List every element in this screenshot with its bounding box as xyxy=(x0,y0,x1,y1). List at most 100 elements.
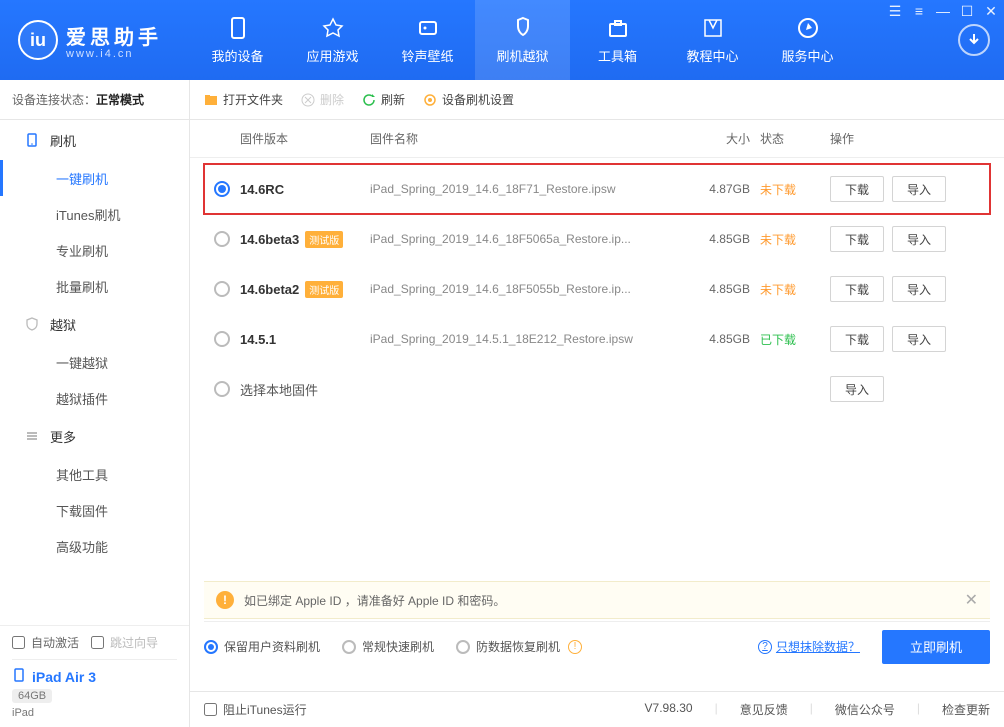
import-button[interactable]: 导入 xyxy=(830,376,884,402)
option-recover[interactable]: 防数据恢复刷机 ! xyxy=(456,638,582,655)
toolbar: 打开文件夹 删除 刷新 设备刷机设置 xyxy=(190,80,1004,120)
beta-tag: 测试版 xyxy=(305,281,343,298)
nav-icon xyxy=(414,16,442,40)
nav-icon xyxy=(224,16,252,40)
option-normal[interactable]: 常规快速刷机 xyxy=(342,638,434,655)
nav-item-3[interactable]: 刷机越狱 xyxy=(475,0,570,80)
col-ops: 操作 xyxy=(830,130,990,147)
skip-guide-checkbox[interactable] xyxy=(91,636,104,649)
sidebar-item[interactable]: iTunes刷机 xyxy=(0,196,189,232)
row-filename: iPad_Spring_2019_14.6_18F5055b_Restore.i… xyxy=(370,282,680,296)
row-size: 4.85GB xyxy=(680,232,760,246)
sidebar-item[interactable]: 一键越狱 xyxy=(0,344,189,380)
row-version: 14.6RC xyxy=(240,182,370,197)
nav-icon xyxy=(794,16,822,40)
block-itunes-label: 阻止iTunes运行 xyxy=(223,701,307,718)
sidebar-group-jailbreak[interactable]: 越狱 xyxy=(0,304,189,344)
row-filename: iPad_Spring_2019_14.6_18F5065a_Restore.i… xyxy=(370,232,680,246)
col-version: 固件版本 xyxy=(240,130,370,147)
import-button[interactable]: 导入 xyxy=(892,176,946,202)
import-button[interactable]: 导入 xyxy=(892,226,946,252)
maximize-icon[interactable]: ☐ xyxy=(960,4,974,18)
table-row[interactable]: 14.6beta2 测试版iPad_Spring_2019_14.6_18F50… xyxy=(204,264,990,314)
folder-icon xyxy=(204,93,218,107)
radio-icon[interactable] xyxy=(214,181,230,197)
more-icon xyxy=(24,428,40,444)
import-button[interactable]: 导入 xyxy=(892,276,946,302)
warning-close-icon[interactable]: ✕ xyxy=(965,590,978,610)
table-row[interactable]: 14.5.1iPad_Spring_2019_14.5.1_18E212_Res… xyxy=(204,314,990,364)
nav-item-6[interactable]: 服务中心 xyxy=(760,0,855,80)
row-version: 14.6beta2 测试版 xyxy=(240,281,370,298)
nav-label: 我的设备 xyxy=(211,46,263,65)
device-storage: 64GB xyxy=(12,689,52,703)
menu-icon[interactable]: ☰ xyxy=(888,4,902,18)
row-version: 选择本地固件 xyxy=(240,380,370,399)
nav-item-4[interactable]: 工具箱 xyxy=(570,0,665,80)
skip-guide-label: 跳过向导 xyxy=(110,634,158,651)
table-row[interactable]: 14.6RCiPad_Spring_2019_14.6_18F71_Restor… xyxy=(204,164,990,214)
sidebar-group-more[interactable]: 更多 xyxy=(0,416,189,456)
radio-icon[interactable] xyxy=(214,231,230,247)
table-row[interactable]: 14.6beta3 测试版iPad_Spring_2019_14.6_18F50… xyxy=(204,214,990,264)
feedback-link[interactable]: 意见反馈 xyxy=(740,701,788,718)
option-keep-data[interactable]: 保留用户资料刷机 xyxy=(204,638,320,655)
download-button[interactable]: 下载 xyxy=(830,276,884,302)
sidebar-item[interactable]: 专业刷机 xyxy=(0,232,189,268)
sidebar-item[interactable]: 批量刷机 xyxy=(0,268,189,304)
warning-text: 如已绑定 Apple ID ，请准备好 Apple ID 和密码。 xyxy=(244,592,505,609)
device-block[interactable]: iPad Air 3 64GB iPad xyxy=(12,659,177,719)
download-button[interactable]: 下载 xyxy=(830,226,884,252)
download-manager-icon[interactable] xyxy=(958,24,990,56)
options-bar: 保留用户资料刷机 常规快速刷机 防数据恢复刷机 ! ? 只想抹除数据？ 立即刷机 xyxy=(204,621,990,671)
sidebar-group-label: 刷机 xyxy=(50,131,76,150)
wechat-link[interactable]: 微信公众号 xyxy=(835,701,895,718)
minimize-icon[interactable]: — xyxy=(936,4,950,18)
nav-icon xyxy=(509,16,537,40)
col-size: 大小 xyxy=(680,130,760,147)
delete-button[interactable]: 删除 xyxy=(301,91,344,108)
sidebar-group-label: 更多 xyxy=(50,427,76,446)
sidebar-item[interactable]: 越狱插件 xyxy=(0,380,189,416)
nav-item-5[interactable]: 教程中心 xyxy=(665,0,760,80)
sidebar-item[interactable]: 下载固件 xyxy=(0,492,189,528)
nav-label: 铃声壁纸 xyxy=(401,46,453,65)
device-type: iPad xyxy=(12,707,34,719)
sidebar-item[interactable]: 其他工具 xyxy=(0,456,189,492)
close-icon[interactable]: ✕ xyxy=(984,4,998,18)
radio-icon[interactable] xyxy=(214,381,230,397)
open-folder-button[interactable]: 打开文件夹 xyxy=(204,91,283,108)
radio-icon[interactable] xyxy=(214,281,230,297)
settings-button[interactable]: 设备刷机设置 xyxy=(423,91,514,108)
check-update-link[interactable]: 检查更新 xyxy=(942,701,990,718)
col-status: 状态 xyxy=(760,130,830,147)
sidebar-group-flash[interactable]: 刷机 xyxy=(0,120,189,160)
footer: 阻止iTunes运行 V7.98.30 | 意见反馈 | 微信公众号 | 检查更… xyxy=(190,691,1004,727)
nav-item-2[interactable]: 铃声壁纸 xyxy=(380,0,475,80)
app-name: 爱思助手 xyxy=(66,21,162,50)
sidebar-item[interactable]: 一键刷机 xyxy=(0,160,189,196)
sidebar-item[interactable]: 高级功能 xyxy=(0,528,189,564)
sidebar-group-label: 越狱 xyxy=(50,315,76,334)
help-icon: ? xyxy=(758,640,772,654)
row-size: 4.85GB xyxy=(680,282,760,296)
download-button[interactable]: 下载 xyxy=(830,326,884,352)
refresh-button[interactable]: 刷新 xyxy=(362,91,405,108)
list-icon[interactable]: ≡ xyxy=(912,4,926,18)
table-row-local[interactable]: 选择本地固件 导入 xyxy=(204,364,990,414)
wipe-data-link[interactable]: ? 只想抹除数据？ xyxy=(758,638,860,655)
nav-item-0[interactable]: 我的设备 xyxy=(190,0,285,80)
phone-icon xyxy=(24,132,40,148)
col-name: 固件名称 xyxy=(370,130,680,147)
download-button[interactable]: 下载 xyxy=(830,176,884,202)
radio-icon[interactable] xyxy=(214,331,230,347)
radio-icon xyxy=(342,640,356,654)
nav-label: 教程中心 xyxy=(686,46,738,65)
nav-label: 服务中心 xyxy=(781,46,833,65)
block-itunes-checkbox[interactable] xyxy=(204,703,217,716)
auto-activate-checkbox[interactable] xyxy=(12,636,25,649)
flash-now-button[interactable]: 立即刷机 xyxy=(882,630,990,664)
nav-item-1[interactable]: 应用游戏 xyxy=(285,0,380,80)
import-button[interactable]: 导入 xyxy=(892,326,946,352)
info-icon[interactable]: ! xyxy=(568,640,582,654)
